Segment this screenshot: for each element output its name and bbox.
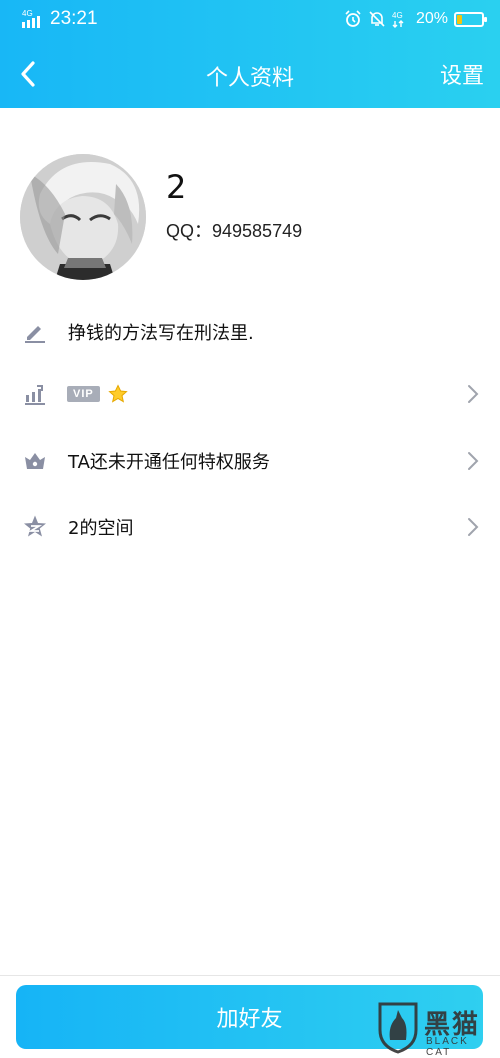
signature-text: 挣钱的方法写在刑法里. <box>68 323 254 344</box>
bottom-divider <box>0 975 500 976</box>
settings-button[interactable]: 设置 <box>440 58 484 90</box>
pencil-icon <box>22 319 48 345</box>
page-title: 个人资料 <box>205 66 294 91</box>
growth-chart-icon <box>22 381 48 407</box>
status-right: 4G 20% <box>344 8 487 30</box>
black-cat-logo-icon <box>378 1002 418 1054</box>
black-cat-watermark: 黑猫 BLACK CAT <box>376 1000 494 1058</box>
battery-icon <box>454 11 487 27</box>
mute-bell-icon <box>369 11 385 27</box>
qq-number: QQ：949585749 <box>166 221 303 241</box>
battery-percent: 20% <box>415 10 448 27</box>
vip-row[interactable]: VIP <box>0 366 500 422</box>
privilege-row[interactable]: TA还未开通任何特权服务 <box>0 433 500 489</box>
status-time: 23:21 <box>50 8 98 29</box>
anime-avatar-image <box>20 154 146 280</box>
chevron-right-icon <box>468 452 479 470</box>
avatar[interactable] <box>20 154 146 280</box>
header: 4G 23:21 4G 20% 个人资料 设置 <box>0 0 500 108</box>
watermark-en: BLACK CAT <box>426 1036 469 1058</box>
chevron-right-icon <box>468 385 479 403</box>
chevron-right-icon <box>468 518 479 536</box>
signal-icon: 4G <box>22 9 40 28</box>
svg-text:4G: 4G <box>392 11 403 20</box>
title-bar: 个人资料 设置 <box>0 40 500 108</box>
space-text: 2的空间 <box>68 518 134 539</box>
star-space-icon <box>22 514 48 540</box>
battery-level <box>457 14 463 24</box>
space-row[interactable]: 2的空间 <box>0 499 500 555</box>
status-bar: 4G 23:21 4G 20% <box>0 0 500 40</box>
signature-row[interactable]: 挣钱的方法写在刑法里. <box>0 304 500 360</box>
network-4g-icon: 4G <box>392 11 404 28</box>
svg-text:4G: 4G <box>22 9 33 18</box>
vip-badge: VIP <box>67 386 100 402</box>
alarm-icon <box>345 10 361 27</box>
nickname: 2 <box>166 168 187 206</box>
crown-icon <box>22 448 48 474</box>
privilege-text: TA还未开通任何特权服务 <box>68 452 270 473</box>
star-icon <box>108 384 128 403</box>
